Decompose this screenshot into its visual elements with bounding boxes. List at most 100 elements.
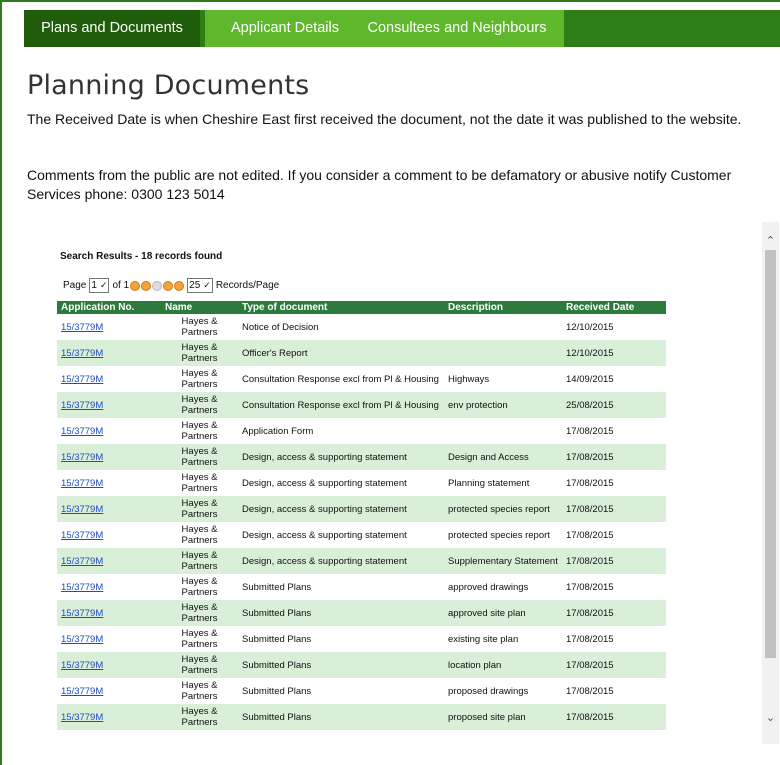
first-page-icon[interactable] xyxy=(130,280,141,291)
current-page-icon xyxy=(152,280,163,291)
app-number-cell: 15/3779M xyxy=(57,496,161,522)
app-number-link[interactable]: 15/3779M xyxy=(61,452,103,463)
document-type: Design, access & supporting statement xyxy=(238,444,444,470)
app-number-link[interactable]: 15/3779M xyxy=(61,374,103,385)
chevron-down-icon: ✓ xyxy=(203,280,211,290)
applicant-name: Hayes & Partners xyxy=(181,420,218,442)
app-number-link[interactable]: 15/3779M xyxy=(61,400,103,411)
document-type: Design, access & supporting statement xyxy=(242,529,407,541)
app-number-link[interactable]: 15/3779M xyxy=(61,504,103,515)
col-name[interactable]: Name xyxy=(161,301,238,314)
document-description: Design and Access xyxy=(444,444,562,470)
table-row: 15/3779M Hayes & Partners Consultation Res… xyxy=(57,366,666,392)
app-number-cell: 15/3779M xyxy=(57,600,161,626)
document-type: Submitted Plans xyxy=(242,633,312,645)
app-number-cell: 15/3779M xyxy=(57,522,161,548)
app-number-link[interactable]: 15/3779M xyxy=(61,582,103,593)
applicant-name: Hayes & Partners xyxy=(161,340,238,366)
app-number-link[interactable]: 15/3779M xyxy=(61,712,103,723)
table-row: 15/3779M Hayes & Partners Design, access &… xyxy=(57,522,666,548)
document-description: approved site plan xyxy=(444,600,562,626)
app-number-link[interactable]: 15/3779M xyxy=(61,686,103,697)
prev-page-icon[interactable] xyxy=(141,280,152,291)
app-number-cell: 15/3779M xyxy=(57,548,161,574)
app-number-link[interactable]: 15/3779M xyxy=(61,556,103,567)
app-number-link[interactable]: 15/3779M xyxy=(61,660,103,671)
app-number-cell: 15/3779M xyxy=(57,574,161,600)
page-label: Page xyxy=(63,280,87,291)
document-type: Submitted Plans xyxy=(242,581,312,593)
received-date: 12/10/2015 xyxy=(566,321,614,333)
col-received-date[interactable]: Received Date xyxy=(562,301,666,314)
document-description: protected species report xyxy=(448,529,550,541)
document-type: Application Form xyxy=(242,425,314,437)
table-row: 15/3779M Hayes & Partners Design, access &… xyxy=(57,548,666,574)
document-description xyxy=(444,314,562,340)
next-page-icon[interactable] xyxy=(163,280,174,291)
received-date: 17/08/2015 xyxy=(566,633,614,645)
app-number-cell: 15/3779M xyxy=(57,418,161,444)
app-number-link[interactable]: 15/3779M xyxy=(61,634,103,645)
table-row: 15/3779M Hayes & Partners Submitted Plans p… xyxy=(57,704,666,730)
applicant-name: Hayes & Partners xyxy=(161,444,238,470)
received-date: 17/08/2015 xyxy=(566,685,614,697)
applicant-name: Hayes & Partners xyxy=(181,628,218,650)
records-per-page-label: Records/Page xyxy=(215,280,280,291)
applicant-name: Hayes & Partners xyxy=(161,600,238,626)
scroll-down-icon[interactable]: ⌄ xyxy=(762,711,779,724)
app-number-cell: 15/3779M xyxy=(57,314,161,340)
app-number-cell: 15/3779M xyxy=(57,626,161,652)
page-select[interactable]: 1 ✓ xyxy=(89,278,110,293)
pagination: Page 1 ✓ of 1 25 ✓ Records/Page xyxy=(63,278,279,293)
search-results-count: Search Results - 18 records found xyxy=(60,251,223,262)
app-number-link[interactable]: 15/3779M xyxy=(61,322,103,333)
col-description[interactable]: Description xyxy=(444,301,562,314)
app-number-cell: 15/3779M xyxy=(57,340,161,366)
table-row: 15/3779M Hayes & Partners Submitted Plans a… xyxy=(57,600,666,626)
document-description: location plan xyxy=(444,652,562,678)
scroll-up-icon[interactable]: ⌃ xyxy=(762,234,779,247)
tab-applicant-details[interactable]: Applicant Details xyxy=(205,10,365,47)
table-header-row: Application No. Name Type of document De… xyxy=(57,301,666,314)
received-date-note: The Received Date is when Cheshire East … xyxy=(27,111,742,127)
scrollbar-thumb[interactable] xyxy=(765,250,776,658)
received-date: 17/08/2015 xyxy=(566,425,614,437)
document-type: Submitted Plans xyxy=(242,685,312,697)
app-number-cell: 15/3779M xyxy=(57,678,161,704)
document-description: existing site plan xyxy=(448,633,519,645)
app-number-cell: 15/3779M xyxy=(57,470,161,496)
document-description: protected species report xyxy=(444,496,562,522)
col-type-of-document[interactable]: Type of document xyxy=(238,301,444,314)
app-number-link[interactable]: 15/3779M xyxy=(61,426,103,437)
received-date: 17/08/2015 xyxy=(562,704,666,730)
chevron-down-icon: ✓ xyxy=(99,280,108,290)
document-type: Officer's Report xyxy=(238,340,444,366)
table-row: 15/3779M Hayes & Partners Application Form… xyxy=(57,418,666,444)
applicant-name: Hayes & Partners xyxy=(161,652,238,678)
table-row: 15/3779M Hayes & Partners Officer's Report… xyxy=(57,340,666,366)
document-type: Submitted Plans xyxy=(238,704,444,730)
app-number-link[interactable]: 15/3779M xyxy=(61,478,103,489)
table-row: 15/3779M Hayes & Partners Submitted Plans l… xyxy=(57,652,666,678)
applicant-name: Hayes & Partners xyxy=(181,524,218,546)
app-number-link[interactable]: 15/3779M xyxy=(61,530,103,541)
applicant-name: Hayes & Partners xyxy=(161,496,238,522)
last-page-icon[interactable] xyxy=(174,280,185,291)
table-row: 15/3779M Hayes & Partners Notice of Decisi… xyxy=(57,314,666,340)
tab-plans-and-documents[interactable]: Plans and Documents xyxy=(24,10,200,47)
tab-consultees-and-neighbours[interactable]: Consultees and Neighbours xyxy=(350,10,564,47)
documents-table: Application No. Name Type of document De… xyxy=(57,301,666,730)
applicant-name: Hayes & Partners xyxy=(161,548,238,574)
app-number-link[interactable]: 15/3779M xyxy=(61,348,103,359)
app-number-cell: 15/3779M xyxy=(57,366,161,392)
tab-bar: Plans and Documents Applicant Details Co… xyxy=(24,10,780,47)
table-row: 15/3779M Hayes & Partners Design, access &… xyxy=(57,444,666,470)
col-application-no[interactable]: Application No. xyxy=(57,301,161,314)
document-description: Supplementary Statement xyxy=(444,548,562,574)
records-per-page-select[interactable]: 25 ✓ xyxy=(187,278,213,293)
table-row: 15/3779M Hayes & Partners Design, access &… xyxy=(57,470,666,496)
applicant-name: Hayes & Partners xyxy=(161,704,238,730)
app-number-link[interactable]: 15/3779M xyxy=(61,608,103,619)
per-page-value: 25 xyxy=(189,280,201,291)
document-description: Planning statement xyxy=(448,477,530,489)
